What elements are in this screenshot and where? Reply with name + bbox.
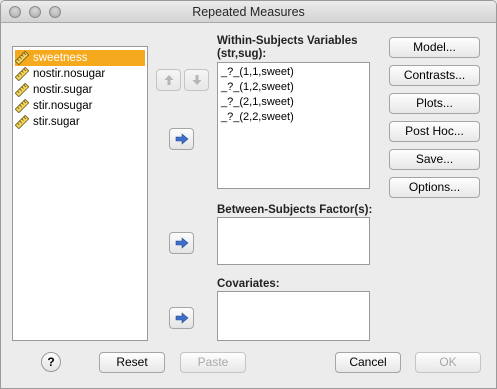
arrow-up-icon [164, 75, 173, 85]
within-item[interactable]: _?_(2,1,sweet) [221, 96, 294, 108]
reset-button[interactable]: Reset [99, 352, 165, 373]
variable-label: nostir.sugar [33, 84, 93, 96]
move-to-covariates-button[interactable] [169, 307, 194, 329]
ok-button[interactable]: OK [415, 352, 481, 373]
between-subjects-label: Between-Subjects Factor(s): [217, 204, 373, 216]
variable-label: stir.nosugar [33, 100, 93, 112]
post-hoc-button[interactable]: Post Hoc... [389, 121, 480, 142]
variable-label: nostir.nosugar [33, 68, 106, 80]
arrow-right-icon [175, 237, 188, 249]
within-item[interactable]: _?_(1,1,sweet) [221, 66, 294, 78]
scale-ruler-icon [15, 83, 29, 97]
model-button[interactable]: Model... [389, 37, 480, 58]
arrow-down-icon [192, 75, 201, 85]
variable-item-nostir-nosugar[interactable]: nostir.nosugar [15, 66, 145, 82]
help-icon[interactable]: ? [41, 352, 61, 372]
repeated-measures-dialog: Repeated Measures sweetness nostir.nosug… [0, 0, 497, 389]
paste-button[interactable]: Paste [180, 352, 246, 373]
variable-item-nostir-sugar[interactable]: nostir.sugar [15, 82, 145, 98]
scale-ruler-icon [15, 99, 29, 113]
contrasts-button[interactable]: Contrasts... [389, 65, 480, 86]
options-button[interactable]: Options... [389, 177, 480, 198]
variable-label: stir.sugar [33, 116, 80, 128]
within-subjects-label-line2: (str,sug): [217, 48, 267, 60]
window-title: Repeated Measures [192, 5, 305, 19]
plots-button[interactable]: Plots... [389, 93, 480, 114]
save-button[interactable]: Save... [389, 149, 480, 170]
covariates-label: Covariates: [217, 278, 280, 290]
variable-item-sweetness[interactable]: sweetness [15, 50, 145, 66]
within-item[interactable]: _?_(2,2,sweet) [221, 111, 294, 123]
variable-label: sweetness [33, 52, 88, 64]
arrow-right-icon [175, 312, 188, 324]
cancel-button[interactable]: Cancel [335, 352, 401, 373]
arrow-right-icon [175, 133, 188, 145]
move-to-within-button[interactable] [169, 128, 194, 150]
variable-item-stir-nosugar[interactable]: stir.nosugar [15, 98, 145, 114]
between-subjects-list[interactable] [217, 217, 370, 265]
scale-ruler-icon [15, 51, 29, 65]
within-subjects-list[interactable]: _?_(1,1,sweet) _?_(1,2,sweet) _?_(2,1,sw… [217, 62, 370, 189]
within-subjects-label-line1: Within-Subjects Variables [217, 35, 358, 47]
variable-item-stir-sugar[interactable]: stir.sugar [15, 114, 145, 130]
source-variable-list[interactable]: sweetness nostir.nosugar nostir.sugar st… [12, 46, 148, 341]
within-subjects-label: Within-Subjects Variables (str,sug): [217, 35, 358, 61]
title-bar: Repeated Measures [1, 1, 496, 23]
move-down-button[interactable] [184, 69, 209, 91]
covariates-list[interactable] [217, 291, 370, 341]
move-up-button[interactable] [156, 69, 181, 91]
scale-ruler-icon [15, 67, 29, 81]
move-to-between-button[interactable] [169, 232, 194, 254]
scale-ruler-icon [15, 115, 29, 129]
within-item[interactable]: _?_(1,2,sweet) [221, 81, 294, 93]
